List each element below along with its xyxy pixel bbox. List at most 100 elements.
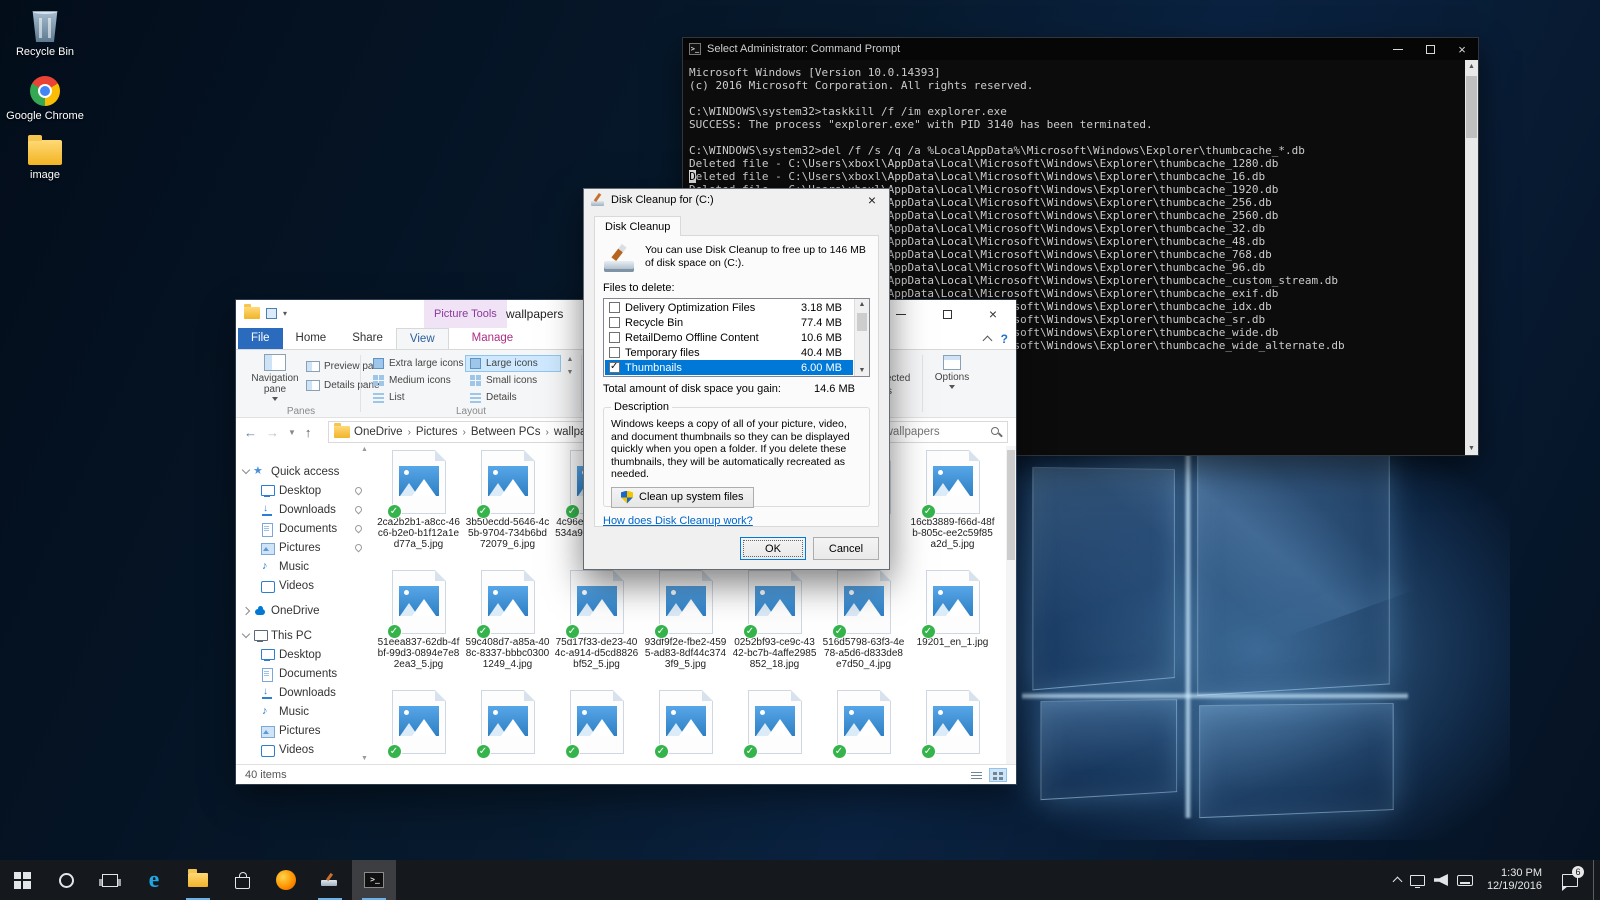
file-item[interactable]: ✓	[641, 690, 730, 764]
forward-button[interactable]: →	[266, 425, 279, 440]
cmd-scrollbar[interactable]: ▲ ▼	[1465, 60, 1478, 455]
help-icon[interactable]: ?	[1001, 332, 1008, 346]
show-desktop-button[interactable]	[1593, 860, 1598, 900]
file-item[interactable]: ✓	[374, 690, 463, 764]
layout-details[interactable]: Details	[465, 389, 561, 406]
breadcrumb-between-pcs[interactable]: Between PCs	[467, 426, 545, 438]
layout-medium-icons[interactable]: Medium icons	[368, 372, 464, 389]
desktop-icon-google-chrome[interactable]: Google Chrome	[6, 76, 84, 122]
cmd-close-button[interactable]: ×	[1446, 38, 1478, 60]
sidebar-item-videos[interactable]: Videos	[236, 576, 370, 595]
file-item[interactable]: ✓ 516d5798-63f3-4e78-a5d6-d833de8e7d50_4…	[819, 570, 908, 690]
file-item[interactable]: ✓	[730, 690, 819, 764]
details-view-toggle[interactable]	[967, 768, 985, 782]
sidebar-pc-videos[interactable]: Videos	[236, 740, 370, 759]
layout-list[interactable]: List	[368, 389, 464, 406]
explorer-maximize-button[interactable]	[924, 300, 970, 328]
sidebar-this-pc[interactable]: This PC	[236, 626, 370, 645]
scroll-down-icon[interactable]: ▼	[855, 367, 869, 374]
disk-cleanup-taskbar-button[interactable]	[308, 860, 352, 900]
navigation-pane-button[interactable]: Navigation pane	[246, 354, 304, 408]
command-prompt-taskbar-button[interactable]: >_	[352, 860, 396, 900]
thumbnail-view-toggle[interactable]	[989, 768, 1007, 782]
layout-large-icons[interactable]: Large icons	[465, 355, 561, 372]
file-item[interactable]: ✓	[819, 690, 908, 764]
options-button[interactable]: Options	[928, 355, 976, 411]
store-button[interactable]	[220, 860, 264, 900]
cleanup-item-row[interactable]: RetailDemo Offline Content 10.6 MB	[605, 330, 853, 345]
scrollbar-thumb[interactable]	[857, 313, 867, 331]
file-item[interactable]: ✓ 0252bf93-ce9c-4342-bc7b-4affe2985852_1…	[730, 570, 819, 690]
checkbox[interactable]	[609, 302, 620, 313]
explorer-close-button[interactable]: ×	[970, 300, 1016, 328]
sidebar-scrollbar[interactable]: ▲ ▼	[359, 446, 370, 764]
sidebar-item-downloads[interactable]: Downloads	[236, 500, 370, 519]
checkbox[interactable]	[609, 362, 620, 373]
sidebar-pc-downloads[interactable]: Downloads	[236, 683, 370, 702]
tray-volume-icon[interactable]	[1434, 874, 1448, 886]
file-item[interactable]: ✓ 59c408d7-a85a-408c-8337-bbbc03001249_4…	[463, 570, 552, 690]
cleanup-item-row[interactable]: Thumbnails 6.00 MB	[605, 360, 853, 375]
firefox-button[interactable]	[264, 860, 308, 900]
scroll-up-icon[interactable]: ▲	[361, 446, 368, 453]
cmd-minimize-button[interactable]	[1382, 38, 1414, 60]
tab-disk-cleanup[interactable]: Disk Cleanup	[594, 216, 681, 236]
cleanup-item-row[interactable]: Delivery Optimization Files 3.18 MB	[605, 300, 853, 315]
desktop-icon-recycle-bin[interactable]: Recycle Bin	[6, 8, 84, 58]
recent-locations-chevron-icon[interactable]: ▼	[288, 428, 296, 437]
content-scrollbar[interactable]	[1006, 446, 1016, 764]
how-does-disk-cleanup-work-link[interactable]: How does Disk Cleanup work?	[603, 515, 753, 527]
search-button[interactable]	[44, 860, 88, 900]
breadcrumb-pictures[interactable]: Pictures	[412, 426, 462, 438]
expand-chevron-icon[interactable]	[242, 630, 250, 638]
file-item[interactable]: ✓	[552, 690, 641, 764]
layout-scroll-up-icon[interactable]: ▲	[567, 356, 574, 363]
scroll-up-icon[interactable]: ▲	[1465, 60, 1478, 73]
cmd-maximize-button[interactable]	[1414, 38, 1446, 60]
layout-extra-large-icons[interactable]: Extra large icons	[368, 355, 464, 372]
scroll-down-icon[interactable]: ▼	[1465, 442, 1478, 455]
collapsed-chevron-icon[interactable]	[242, 606, 250, 614]
sidebar-item-pictures[interactable]: Pictures	[236, 538, 370, 557]
tab-view[interactable]: View	[396, 328, 449, 349]
file-item[interactable]: ✓ 93df9f2e-fbe2-4595-ad83-8df44c3743f9_5…	[641, 570, 730, 690]
task-view-button[interactable]	[88, 860, 132, 900]
file-item[interactable]: ✓	[908, 690, 997, 764]
sidebar-pc-pictures[interactable]: Pictures	[236, 721, 370, 740]
picture-tools-contextual-tab[interactable]: Picture Tools	[424, 300, 507, 328]
scrollbar-thumb[interactable]	[1466, 76, 1477, 138]
qat-customize-chevron-icon[interactable]: ▾	[283, 309, 287, 318]
breadcrumb-onedrive[interactable]: OneDrive	[350, 426, 407, 438]
layout-small-icons[interactable]: Small icons	[465, 372, 561, 389]
checkbox[interactable]	[609, 347, 620, 358]
file-explorer-button[interactable]	[176, 860, 220, 900]
sidebar-pc-desktop[interactable]: Desktop	[236, 645, 370, 664]
expand-chevron-icon[interactable]	[242, 466, 250, 474]
checkbox[interactable]	[609, 317, 620, 328]
file-item[interactable]: ✓ 16cb3889-f66d-48fb-805c-ee2c59f85a2d_5…	[908, 450, 997, 570]
dialog-close-button[interactable]: ×	[855, 190, 889, 211]
up-button[interactable]: ↑	[305, 425, 312, 440]
cleanup-item-row[interactable]: Recycle Bin 77.4 MB	[605, 315, 853, 330]
sidebar-pc-music[interactable]: Music	[236, 702, 370, 721]
file-item[interactable]: ✓ 2ca2b2b1-a8cc-46c6-b2e0-b1f12a1ed77a_5…	[374, 450, 463, 570]
tab-share[interactable]: Share	[339, 328, 396, 349]
file-item[interactable]: ✓ 3b50ecdd-5646-4c5b-9704-734b6bd72079_6…	[463, 450, 552, 570]
cmd-title-bar[interactable]: >_ Select Administrator: Command Prompt …	[683, 38, 1478, 60]
sidebar-item-music[interactable]: Music	[236, 557, 370, 576]
sidebar-item-desktop[interactable]: Desktop	[236, 481, 370, 500]
desktop-icon-image-folder[interactable]: image	[6, 140, 84, 181]
sidebar-quick-access[interactable]: Quick access	[236, 462, 370, 481]
start-button[interactable]	[0, 860, 44, 900]
dialog-title-bar[interactable]: Disk Cleanup for (C:) ×	[584, 189, 889, 211]
scroll-up-icon[interactable]: ▲	[855, 301, 869, 308]
sidebar-item-documents[interactable]: Documents	[236, 519, 370, 538]
minimize-ribbon-icon[interactable]	[982, 336, 992, 346]
file-item[interactable]: ✓ 75d17f33-de23-404c-a914-d5cd8826bf52_5…	[552, 570, 641, 690]
cleanup-item-row[interactable]: Temporary files 40.4 MB	[605, 345, 853, 360]
file-item[interactable]: ✓	[463, 690, 552, 764]
tab-file[interactable]: File	[238, 328, 283, 349]
file-item[interactable]: ✓ 19201_en_1.jpg	[908, 570, 997, 690]
checkbox[interactable]	[609, 332, 620, 343]
tab-home[interactable]: Home	[283, 328, 340, 349]
